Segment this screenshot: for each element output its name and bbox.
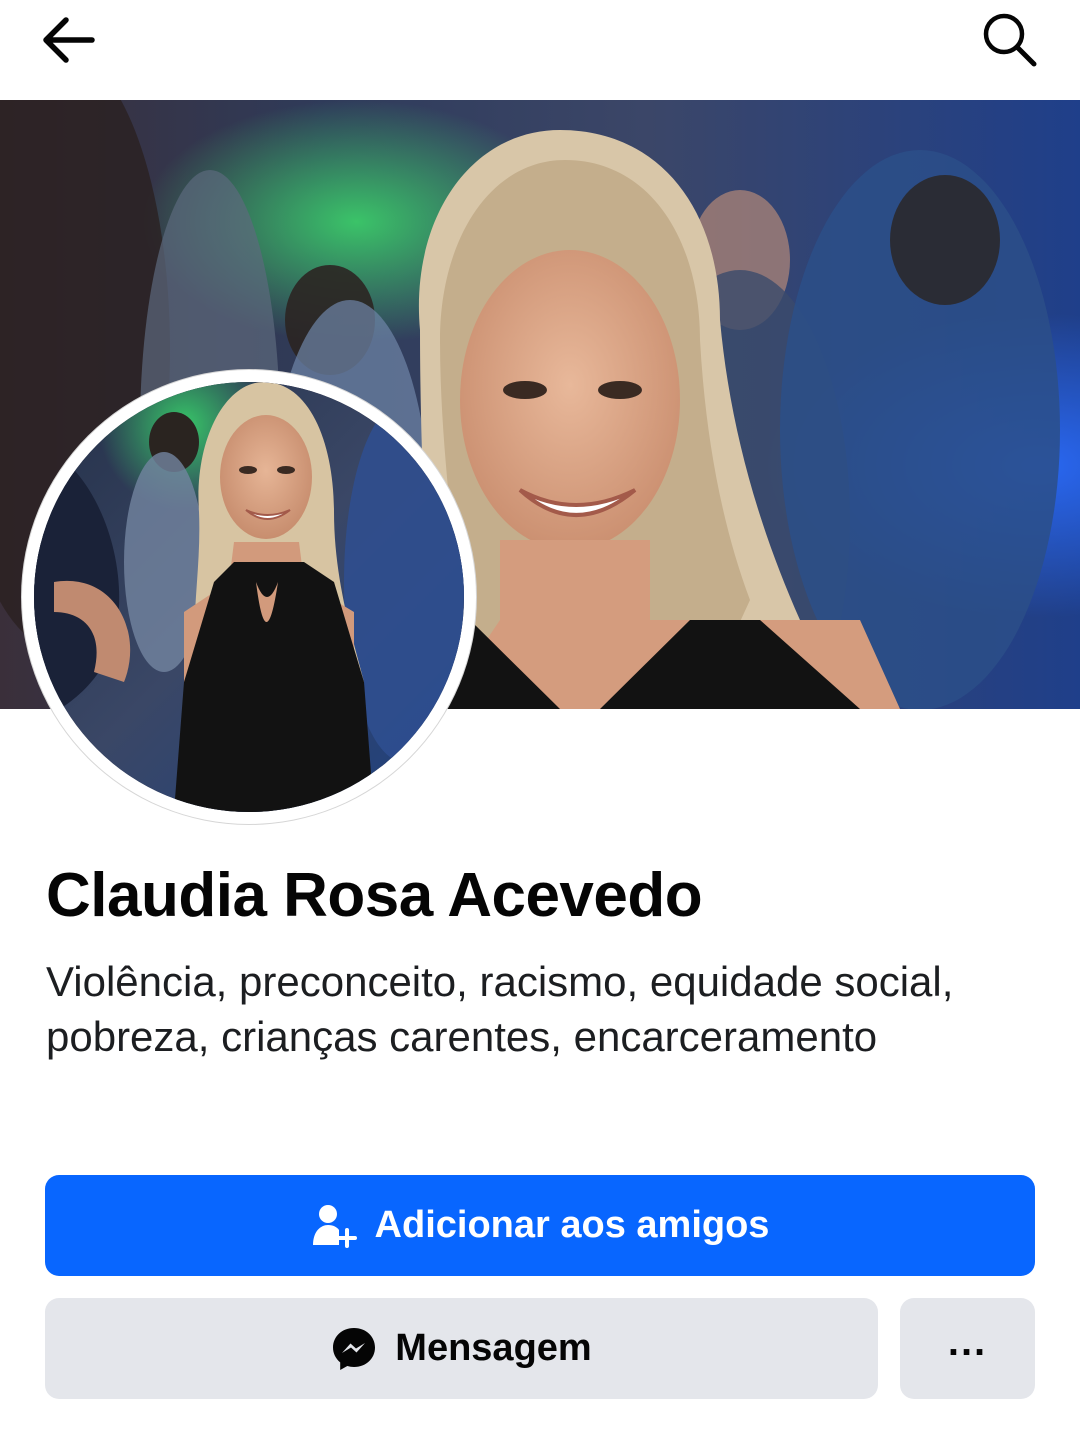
person-add-icon (312, 1204, 357, 1248)
top-bar (0, 0, 1080, 100)
add-friend-button[interactable]: Adicionar aos amigos (45, 1175, 1035, 1276)
messenger-icon (333, 1327, 376, 1370)
search-icon (983, 13, 1037, 67)
search-button[interactable] (970, 0, 1050, 80)
add-friend-label: Adicionar aos amigos (374, 1204, 770, 1246)
back-button[interactable] (28, 0, 108, 80)
profile-bio: Violência, preconceito, racismo, equidad… (46, 958, 954, 1060)
message-button[interactable]: Mensagem (45, 1298, 878, 1399)
profile-name: Claudia Rosa Acevedo (46, 861, 703, 930)
message-label: Mensagem (395, 1327, 592, 1369)
more-dots-icon: ... (947, 1319, 988, 1364)
avatar[interactable] (34, 382, 464, 812)
more-options-button[interactable]: ... (900, 1298, 1035, 1399)
profile-page: Claudia Rosa Acevedo Violência, preconce… (0, 0, 1080, 1433)
arrow-left-icon (43, 17, 95, 63)
